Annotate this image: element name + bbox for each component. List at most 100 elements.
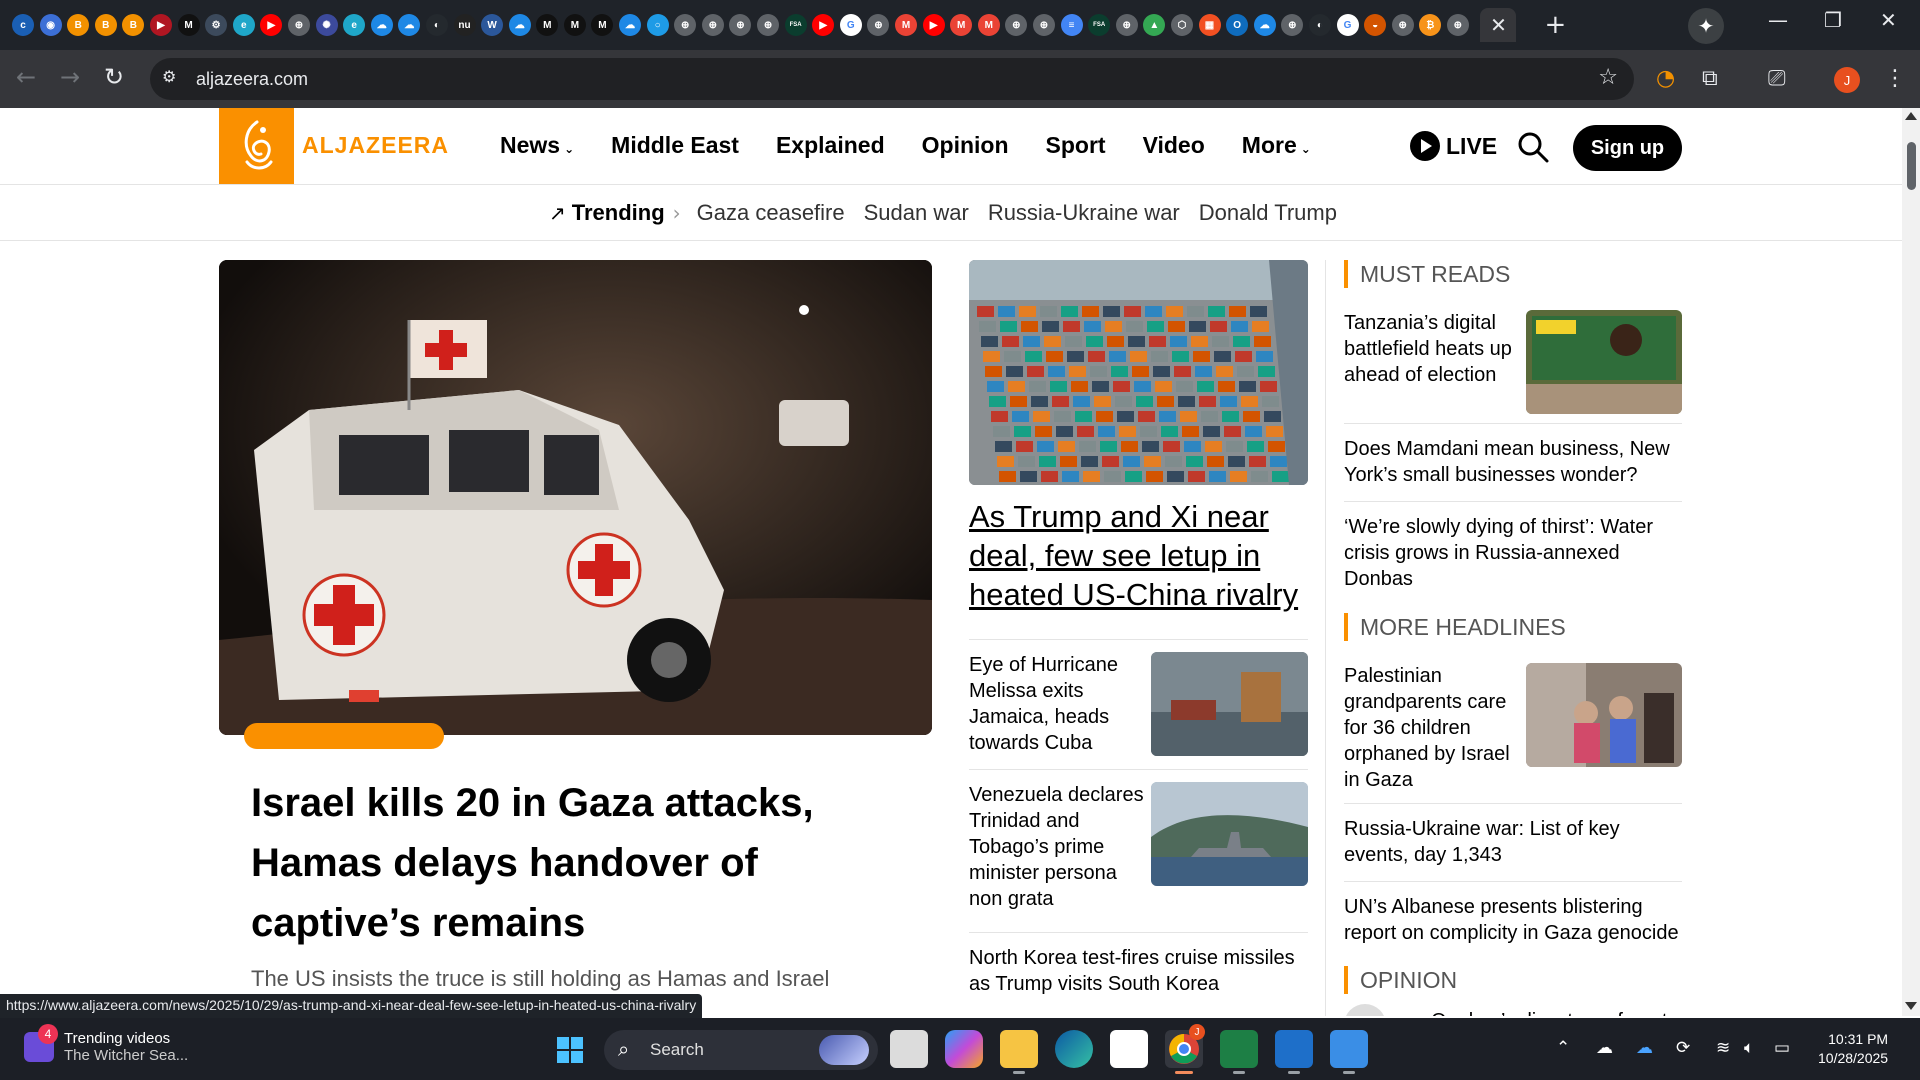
tab-onedrive3-icon[interactable]: ☁ — [508, 14, 531, 36]
tab-google2-icon[interactable]: G — [1336, 14, 1359, 36]
sign-up-button[interactable]: Sign up — [1573, 125, 1682, 171]
trending-link[interactable]: Sudan war — [864, 200, 969, 226]
forward-icon[interactable]: → — [60, 63, 80, 91]
active-tab[interactable]: ✕ — [1480, 8, 1517, 42]
search-icon[interactable] — [1516, 130, 1550, 164]
list-item[interactable]: Does Mamdani mean business, New York’s s… — [1344, 424, 1682, 502]
battery-icon[interactable]: ▭ — [1774, 1038, 1790, 1058]
restore-icon[interactable]: ❐ — [1824, 8, 1842, 32]
tab-outlook-icon[interactable]: O — [1226, 14, 1249, 36]
address-bar[interactable]: ⚙ aljazeera.com ☆ — [150, 58, 1634, 100]
tab-edge-icon[interactable]: e — [232, 14, 255, 36]
url-text[interactable]: aljazeera.com — [196, 69, 308, 90]
back-icon[interactable]: ← — [16, 63, 36, 91]
nav-opinion[interactable]: Opinion — [922, 132, 1009, 159]
nav-explained[interactable]: Explained — [776, 132, 885, 159]
tab-sun-icon[interactable]: ◒ — [1364, 14, 1387, 36]
tab-nu-icon[interactable]: nu — [453, 14, 476, 36]
tab-docs-icon[interactable]: ≡ — [1060, 14, 1083, 36]
chrome-icon[interactable]: J — [1165, 1024, 1205, 1074]
story-title[interactable]: Tanzania’s digital battlefield heats up … — [1344, 310, 1519, 388]
wifi-icon[interactable]: ≋ — [1716, 1038, 1730, 1058]
tab-fsa-icon[interactable]: FSA — [784, 14, 807, 36]
widgets-button[interactable]: 4 Trending videos The Witcher Sea... — [24, 1024, 188, 1064]
live-button[interactable]: LIVE — [1410, 131, 1497, 161]
tanzania-image[interactable] — [1526, 310, 1682, 414]
trending-link[interactable]: Donald Trump — [1199, 200, 1337, 226]
nav-news[interactable]: News ⌄ — [500, 132, 574, 159]
tab-github2-icon[interactable]: ◐ — [1308, 14, 1331, 36]
tab-medium3-icon[interactable]: M — [563, 14, 586, 36]
tab-youtube2-icon[interactable]: ▶ — [812, 14, 835, 36]
tab-orange-b2-icon[interactable]: B — [94, 14, 117, 36]
story-title[interactable]: Eye of Hurricane Melissa exits Jamaica, … — [969, 652, 1149, 756]
story-title[interactable]: Palestinian grandparents care for 36 chi… — [1344, 663, 1519, 793]
menu-icon[interactable]: ⋮ — [1884, 66, 1906, 91]
story-title[interactable]: UN’s Albanese presents blistering report… — [1344, 882, 1682, 946]
tab-ring-icon[interactable]: ○ — [646, 14, 669, 36]
onedrive-business-icon[interactable]: ☁ — [1636, 1038, 1653, 1058]
tab-word-icon[interactable]: W — [481, 14, 504, 36]
tab-medium4-icon[interactable]: M — [591, 14, 614, 36]
story-title[interactable]: ‘We’re slowly dying of thirst’: Water cr… — [1344, 502, 1682, 592]
microsoft-store-icon[interactable] — [1110, 1030, 1148, 1068]
new-tab-button[interactable]: + — [1544, 10, 1566, 40]
lead-headline[interactable]: Israel kills 20 in Gaza attacks, Hamas d… — [251, 773, 911, 953]
trending-link[interactable]: Russia-Ukraine war — [988, 200, 1180, 226]
story-title[interactable]: Quebec’s disastrous forest — [1431, 1004, 1691, 1016]
aljazeera-logo-icon[interactable] — [219, 108, 294, 184]
port-containers-image[interactable] — [969, 260, 1308, 485]
story-title[interactable]: Venezuela declares Trinidad and Tobago’s… — [969, 782, 1149, 912]
tab-orange-b-icon[interactable]: B — [67, 14, 90, 36]
tab-medium-icon[interactable]: M — [177, 14, 200, 36]
tab-github-icon[interactable]: ◐ — [425, 14, 448, 36]
story-title[interactable]: Russia-Ukraine war: List of key events, … — [1344, 804, 1682, 868]
feature-headline[interactable]: As Trump and Xi near deal, few see letup… — [969, 497, 1308, 614]
taskbar-search[interactable]: ⌕ Search — [604, 1030, 878, 1070]
onedrive-icon[interactable]: ☁ — [1596, 1038, 1613, 1058]
opinion-author-avatar[interactable] — [1344, 1004, 1386, 1016]
logo-wordmark[interactable]: ALJAZEERA — [302, 132, 449, 159]
list-item[interactable]: North Korea test-fires cruise missiles a… — [969, 932, 1308, 1016]
tab-edge2-icon[interactable]: e — [343, 14, 366, 36]
gaza-children-image[interactable] — [1526, 663, 1682, 767]
close-tab-icon[interactable]: ✕ — [1490, 13, 1507, 37]
trending-link[interactable]: Gaza ceasefire — [697, 200, 845, 226]
tab-chatgpt-icon[interactable]: ⚙ — [205, 14, 228, 36]
tab-globe7-icon[interactable]: ⊕ — [1005, 14, 1028, 36]
list-item[interactable]: Quebec’s disastrous forest — [1431, 1004, 1691, 1016]
extension-icon[interactable]: ◔ — [1656, 66, 1675, 91]
tab-globe12-icon[interactable]: ⊕ — [1446, 14, 1469, 36]
tab-ai-icon[interactable]: ✺ — [315, 14, 338, 36]
site-info-icon[interactable]: ⚙ — [162, 67, 182, 87]
scrollbar-thumb[interactable] — [1907, 142, 1916, 190]
warship-image[interactable] — [1151, 782, 1308, 886]
tab-onedrive4-icon[interactable]: ☁ — [619, 14, 642, 36]
tab-drive-icon[interactable]: ▲ — [1143, 14, 1166, 36]
tab-gmail2-icon[interactable]: M — [950, 14, 973, 36]
tab-youtube-icon[interactable]: ▶ — [260, 14, 283, 36]
nav-more[interactable]: More ⌄ — [1242, 132, 1311, 159]
minimize-icon[interactable]: — — [1768, 8, 1788, 32]
tab-globe4-icon[interactable]: ⊕ — [729, 14, 752, 36]
list-item[interactable]: ‘We’re slowly dying of thirst’: Water cr… — [1344, 502, 1682, 606]
scroll-up-icon[interactable] — [1905, 112, 1917, 120]
excel-icon[interactable] — [1220, 1030, 1258, 1074]
tab-fsa2-icon[interactable]: FSA — [1088, 14, 1111, 36]
tab-globe6-icon[interactable]: ⊕ — [867, 14, 890, 36]
profile-avatar[interactable]: J — [1834, 67, 1860, 93]
tab-google-icon[interactable]: G — [839, 14, 862, 36]
tab-globe2-icon[interactable]: ⊕ — [674, 14, 697, 36]
page-scrollbar[interactable] — [1902, 108, 1920, 1016]
tab-hex-icon[interactable]: ⬡ — [1170, 14, 1193, 36]
close-window-icon[interactable]: ✕ — [1880, 8, 1897, 32]
nav-video[interactable]: Video — [1143, 132, 1205, 159]
list-item[interactable]: Palestinian grandparents care for 36 chi… — [1344, 655, 1682, 804]
list-item[interactable]: Tanzania’s digital battlefield heats up … — [1344, 302, 1682, 424]
tab-gmail-icon[interactable]: M — [895, 14, 917, 36]
vscode-icon[interactable] — [1275, 1030, 1313, 1074]
copilot-icon[interactable] — [945, 1030, 983, 1068]
tab-globe9-icon[interactable]: ⊕ — [1115, 14, 1138, 36]
clock[interactable]: 10:31 PM 10/28/2025 — [1818, 1030, 1888, 1068]
tab-globe10-icon[interactable]: ⊕ — [1281, 14, 1304, 36]
